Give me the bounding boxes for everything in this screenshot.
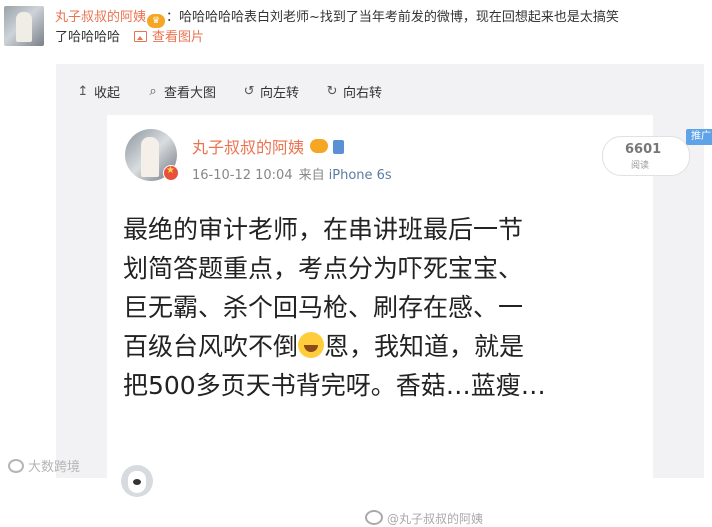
post-text-line2: 了哈哈哈哈: [55, 30, 121, 45]
view-image-label: 查看图片: [152, 30, 205, 45]
card-body-line: 划简答题重点，考点分为吓死宝宝、: [123, 254, 524, 283]
weibo-logo-icon: [365, 510, 383, 525]
card-meta: 16-10-12 10:04 来自 iPhone 6s: [192, 164, 392, 183]
rotate-right-button[interactable]: ↻ 向右转: [325, 81, 382, 101]
card-body-text: 恩，我知道，就是: [324, 332, 525, 361]
card-source-prefix: 来自: [298, 168, 325, 183]
card-views-badge: 6601 阅读: [602, 136, 690, 176]
rotate-left-icon: ↺: [243, 83, 255, 99]
post-author-link[interactable]: 丸子叔叔的阿姨: [55, 10, 146, 25]
rotate-left-button[interactable]: ↺ 向左转: [242, 81, 299, 101]
card-views-count: 6601: [625, 142, 662, 157]
magnifier-icon: ⌕: [149, 83, 157, 99]
rotate-left-label: 向左转: [260, 85, 300, 101]
card-body-line: 把500多页天书背完呀。香菇…蓝瘦…: [123, 371, 546, 400]
image-toolbar: ↥ 收起 ⌕ 查看大图 ↺ 向左转 ↻ 向右转: [76, 81, 383, 101]
card-promo-tag: 推广: [686, 129, 712, 145]
author-avatar[interactable]: [4, 6, 44, 46]
view-image-link[interactable]: 查看图片: [134, 30, 204, 45]
collapse-label: 收起: [94, 85, 121, 101]
card-body-line: 最绝的审计老师，在串讲班最后一节: [123, 215, 524, 244]
card-author-name: 丸子叔叔的阿姨: [192, 138, 305, 157]
avatar-figure: [16, 12, 32, 42]
card-author-line: 丸子叔叔的阿姨: [192, 134, 345, 158]
card-timestamp: 16-10-12 10:04: [192, 168, 293, 183]
post-image[interactable]: 丸子叔叔的阿姨 16-10-12 10:04 来自iPhone 6s 6601 阅…: [107, 115, 712, 526]
vip-crown-icon[interactable]: ♛: [147, 14, 166, 28]
card-badge-icon: [333, 140, 345, 154]
view-large-button[interactable]: ⌕ 查看大图: [146, 81, 216, 101]
card-views-label: 阅读: [631, 161, 650, 171]
site-watermark-text: 大数跨境: [28, 460, 81, 475]
collapse-up-icon: ↥: [77, 83, 89, 99]
laughing-emoji-icon: [298, 332, 325, 358]
card-body-text: 百级台风吹不倒: [123, 332, 299, 361]
post-text-line1: ：哈哈哈哈哈表白刘老师~找到了当年考前发的微博，现在回想起来也是太搞笑: [166, 10, 619, 25]
verified-star-icon: [163, 165, 179, 181]
weibo-watermark-text: @丸子叔叔的阿姨: [387, 512, 484, 526]
collapse-button[interactable]: ↥ 收起: [76, 81, 120, 101]
card-body-line: 巨无霸、杀个回马枪、刷存在感、一: [123, 293, 524, 322]
site-watermark: 大数跨境: [8, 456, 80, 475]
post-text-block: 丸子叔叔的阿姨 ♛ ：哈哈哈哈哈表白刘老师~找到了当年考前发的微博，现在回想起来也是…: [55, 8, 705, 47]
rotate-right-label: 向右转: [343, 85, 383, 101]
card-body-line-4: 百级台风吹不倒 恩，我知道，就是: [123, 327, 643, 366]
watermark-logo-icon: [8, 459, 24, 473]
weibo-watermark: @丸子叔叔的阿姨: [365, 510, 483, 527]
husky-emoji-icon: [121, 465, 153, 497]
view-large-label: 查看大图: [164, 85, 217, 101]
image-icon: [134, 31, 148, 42]
card-avatar-figure: [141, 137, 159, 177]
card-vip-crown-icon: [310, 139, 329, 153]
image-viewer-panel: ↥ 收起 ⌕ 查看大图 ↺ 向左转 ↻ 向右转 丸子叔叔的阿姨 16-10-12…: [56, 64, 712, 526]
rotate-right-icon: ↻: [326, 83, 338, 99]
card-body: 最绝的审计老师，在串讲班最后一节 划简答题重点，考点分为吓死宝宝、 巨无霸、杀个…: [123, 210, 643, 405]
card-device: iPhone 6s: [328, 168, 392, 183]
